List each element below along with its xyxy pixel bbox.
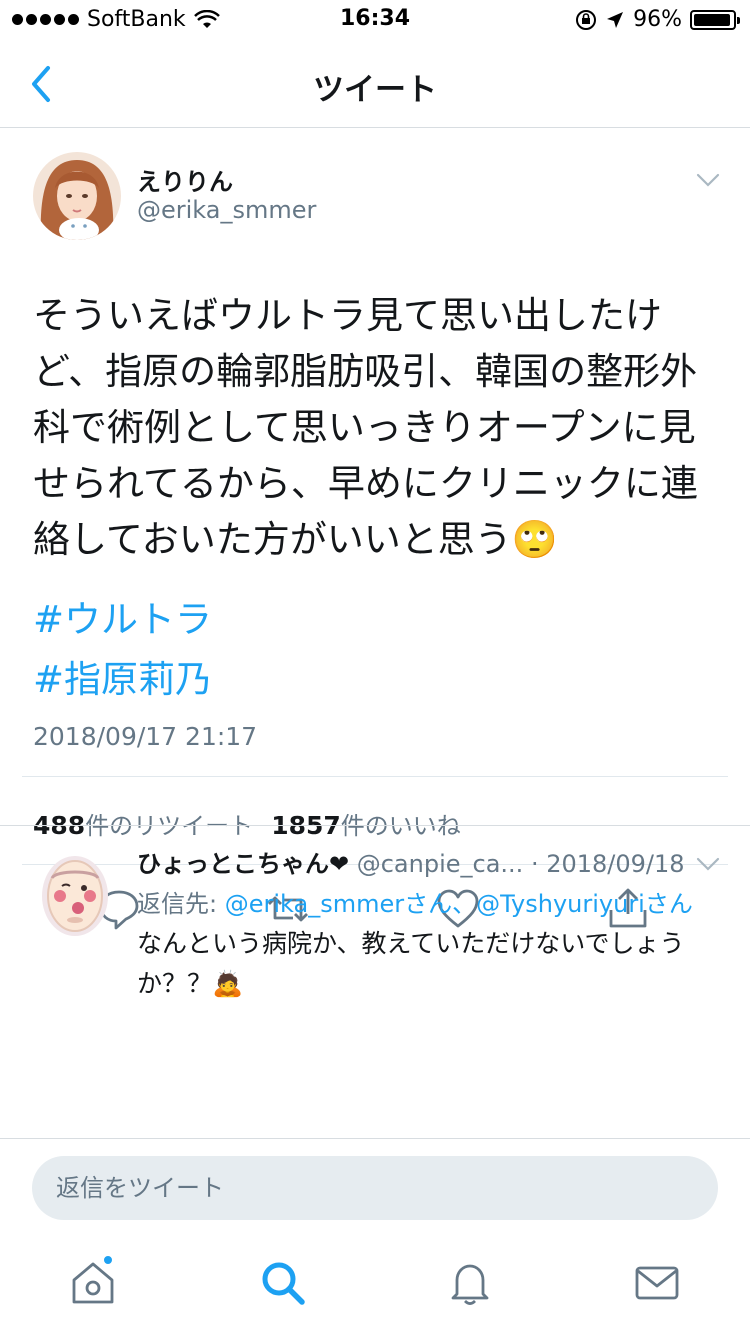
divider — [22, 776, 728, 777]
battery-percent: 96% — [633, 7, 682, 32]
navigation-bar: ツイート — [0, 40, 750, 128]
reply-handle-date: @canpie_ca... · 2018/09/18 — [349, 850, 685, 878]
author-display-name[interactable]: えりりん — [137, 162, 233, 197]
notifications-icon[interactable] — [445, 1258, 495, 1308]
battery-fill — [694, 13, 730, 26]
status-right: 96% — [575, 7, 740, 32]
tab-bar — [0, 1236, 750, 1334]
messages-icon[interactable] — [632, 1258, 682, 1308]
hashtag-link[interactable]: #ウルトラ — [33, 590, 212, 650]
search-icon[interactable] — [258, 1258, 308, 1308]
hashtag-list: #ウルトラ #指原莉乃 — [33, 590, 212, 710]
home-icon[interactable] — [68, 1258, 118, 1308]
reply-author-avatar[interactable] — [38, 848, 112, 938]
reply-text: なんという病院か、教えていただけないでしょうか？？🙇 — [137, 929, 685, 998]
status-bar: SoftBank 16:34 96% — [0, 0, 750, 40]
battery-icon — [690, 9, 740, 30]
mention-link[interactable]: @erika_smmerさん — [225, 890, 452, 918]
reply-header: ひょっとこちゃん❤ @canpie_ca... · 2018/09/18 — [137, 844, 685, 879]
chevron-down-icon[interactable] — [696, 172, 720, 188]
page-title: ツイート — [313, 72, 437, 108]
divider — [0, 1138, 750, 1139]
reply-tweet[interactable]: ひょっとこちゃん❤ @canpie_ca... · 2018/09/18 返信先… — [0, 826, 750, 1138]
mention-separator: 、 — [452, 890, 477, 918]
author-handle[interactable]: @erika_smmer — [137, 196, 316, 224]
home-unread-dot — [102, 1254, 114, 1266]
chevron-down-icon[interactable] — [696, 856, 720, 872]
author-avatar[interactable] — [33, 152, 121, 240]
tweet-timestamp: 2018/09/17 21:17 — [33, 722, 258, 751]
reply-to-prefix: 返信先: — [137, 890, 225, 918]
reply-to-line: 返信先: @erika_smmerさん、@Tyshyuriyuriさん — [137, 884, 693, 919]
orientation-lock-icon — [576, 9, 597, 30]
reply-display-name[interactable]: ひょっとこちゃん❤ — [137, 850, 349, 878]
tweet-text: そういえばウルトラ見て思い出したけど、指原の輪郭脂肪吸引、韓国の整形外科で術例と… — [33, 294, 698, 561]
location-arrow-icon — [607, 11, 624, 28]
mention-link[interactable]: @Tyshyuriyuriさん — [476, 890, 693, 918]
reply-input[interactable]: 返信をツイート — [32, 1156, 718, 1220]
hashtag-link[interactable]: #指原莉乃 — [33, 650, 212, 710]
